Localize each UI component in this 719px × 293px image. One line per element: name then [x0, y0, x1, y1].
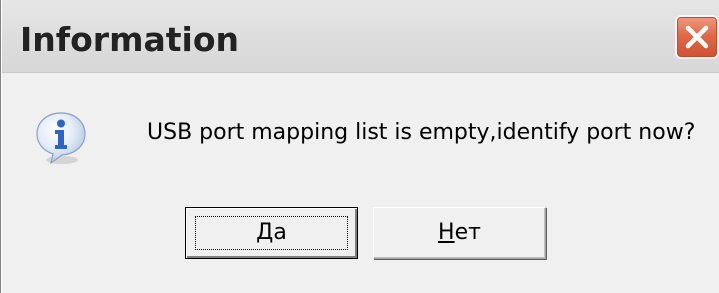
yes-accelerator: Д — [256, 220, 274, 245]
no-button[interactable]: Нет — [373, 207, 546, 259]
yes-button[interactable]: Да — [185, 207, 358, 259]
close-button[interactable] — [675, 15, 719, 59]
no-label: ет — [454, 220, 481, 245]
title-bar[interactable]: Information — [2, 0, 719, 73]
message-text: USB port mapping list is empty,identify … — [147, 120, 696, 145]
yes-label: а — [273, 220, 287, 245]
window-title: Information — [20, 20, 239, 59]
no-accelerator: Н — [438, 220, 455, 245]
close-icon — [685, 25, 709, 49]
dialog-window: Information USB port mapping list is emp… — [0, 0, 719, 293]
info-icon — [36, 112, 86, 165]
dialog-body — [2, 73, 719, 293]
